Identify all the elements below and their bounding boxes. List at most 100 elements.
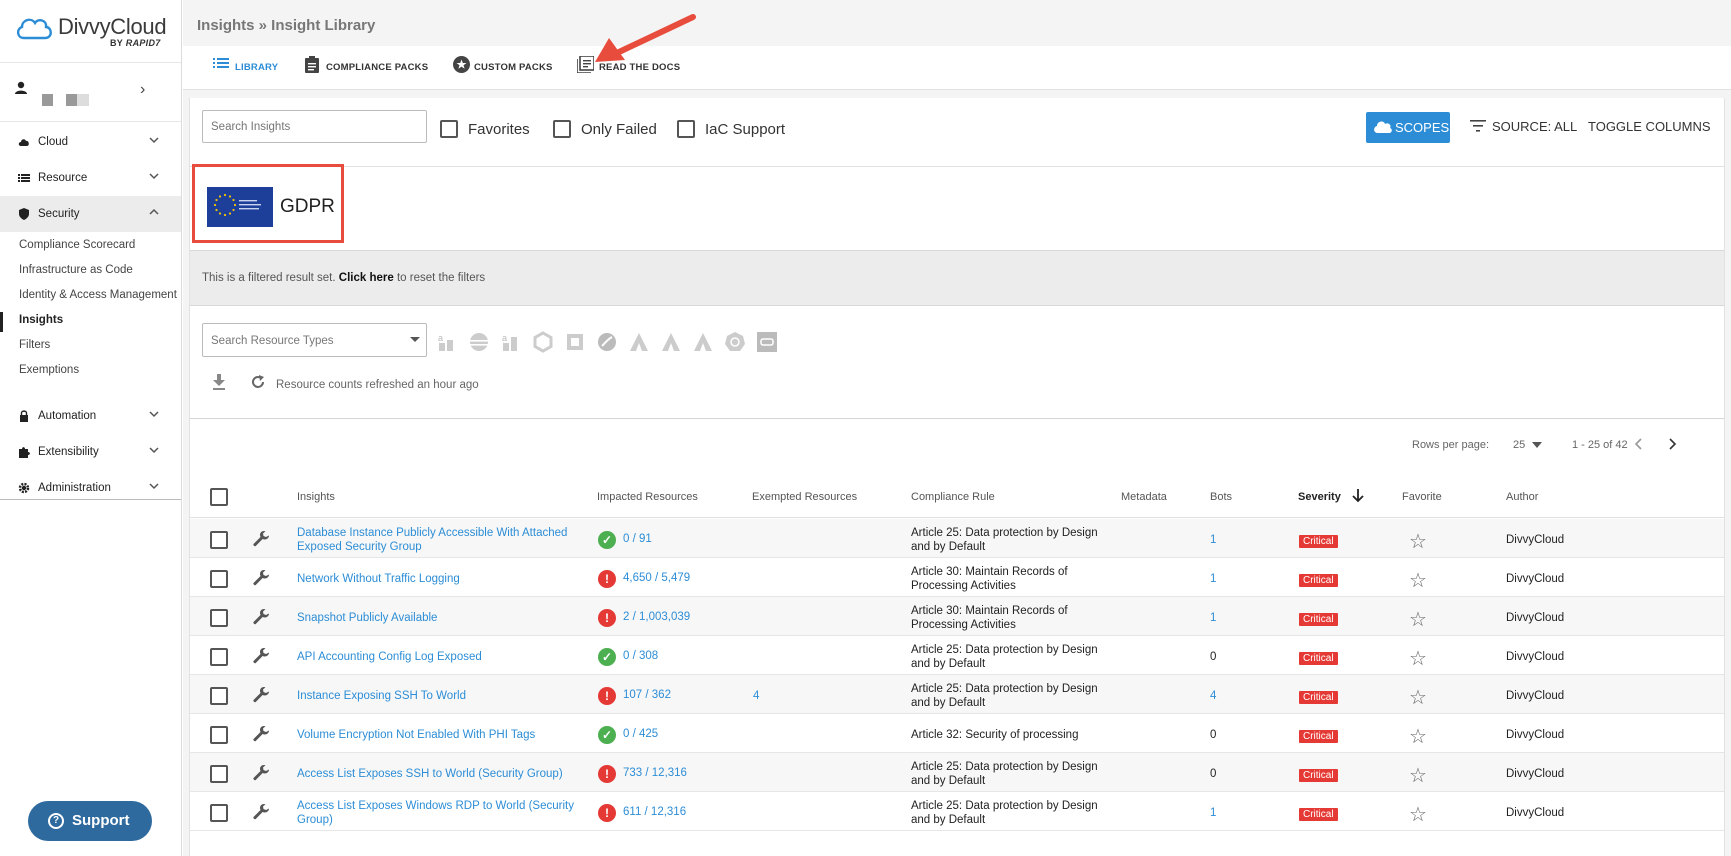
sidebar-item-resource[interactable]: Resource xyxy=(0,160,181,196)
wrench-icon[interactable] xyxy=(252,569,270,587)
azure-gov-icon[interactable] xyxy=(660,331,682,353)
wrench-icon[interactable] xyxy=(252,686,270,704)
support-button[interactable]: ? Support xyxy=(28,801,152,841)
table-row[interactable]: Snapshot Publicly Available! 2 / 1,003,03… xyxy=(190,597,1724,636)
scopes-button[interactable]: SCOPES xyxy=(1366,112,1450,143)
wrench-icon[interactable] xyxy=(252,530,270,548)
brand-logo[interactable]: DivvyCloud BY RAPID7 xyxy=(14,10,174,54)
header-compliance-rule[interactable]: Compliance Rule xyxy=(911,491,995,503)
header-insights[interactable]: Insights xyxy=(297,491,335,503)
row-checkbox[interactable] xyxy=(210,609,228,627)
search-insights-input[interactable] xyxy=(202,110,427,143)
aws-govcloud-icon[interactable]: a xyxy=(500,331,522,353)
source-filter-button[interactable]: SOURCE: ALL xyxy=(1470,119,1577,135)
wrench-icon[interactable] xyxy=(252,725,270,743)
impacted-resources-link[interactable]: 0 / 91 xyxy=(623,533,652,545)
only-failed-checkbox[interactable] xyxy=(553,120,571,138)
star-outline-icon[interactable]: ☆ xyxy=(1409,685,1427,710)
chevron-left-icon[interactable] xyxy=(1633,437,1645,451)
gcp-icon[interactable] xyxy=(532,331,554,353)
table-row[interactable]: Volume Encryption Not Enabled With PHI T… xyxy=(190,714,1724,753)
openstack-icon[interactable] xyxy=(596,331,618,353)
row-checkbox[interactable] xyxy=(210,531,228,549)
kubernetes-icon[interactable] xyxy=(724,331,746,353)
vmware-icon[interactable] xyxy=(756,331,778,353)
row-checkbox[interactable] xyxy=(210,570,228,588)
alibaba-icon[interactable] xyxy=(468,331,490,353)
resource-types-select[interactable]: Search Resource Types xyxy=(202,323,427,357)
table-row[interactable]: API Accounting Config Log Exposed ✓ 0 / 30… xyxy=(190,636,1724,675)
table-row[interactable]: Network Without Traffic Logging! 4,650 / … xyxy=(190,558,1724,597)
impacted-resources-link[interactable]: 0 / 425 xyxy=(623,728,658,740)
insight-name-link[interactable]: Volume Encryption Not Enabled With PHI T… xyxy=(297,729,577,743)
bots-count[interactable]: 1 xyxy=(1210,807,1216,819)
impacted-resources-link[interactable]: 2 / 1,003,039 xyxy=(623,611,690,623)
insight-name-link[interactable]: Instance Exposing SSH To World xyxy=(297,690,577,704)
toggle-columns-button[interactable]: TOGGLE COLUMNS xyxy=(1588,119,1711,134)
sidebar-item-extensibility[interactable]: Extensibility xyxy=(0,434,181,470)
exempted-resources-link[interactable]: 4 xyxy=(753,690,759,702)
chevron-right-icon[interactable] xyxy=(1666,437,1678,451)
sidebar-item-administration[interactable]: Administration xyxy=(0,470,181,506)
sidebar-item-cloud[interactable]: Cloud xyxy=(0,124,181,160)
favorites-checkbox[interactable] xyxy=(440,120,458,138)
header-favorite[interactable]: Favorite xyxy=(1402,491,1442,503)
impacted-resources-link[interactable]: 611 / 12,316 xyxy=(623,806,686,818)
insight-name-link[interactable]: Access List Exposes Windows RDP to World… xyxy=(297,800,577,827)
sidebar-sub-infrastructure-as-code[interactable]: Infrastructure as Code xyxy=(19,264,133,276)
star-outline-icon[interactable]: ☆ xyxy=(1409,802,1427,827)
header-severity[interactable]: Severity xyxy=(1298,491,1341,503)
table-row[interactable]: Database Instance Publicly Accessible Wi… xyxy=(190,519,1724,558)
star-outline-icon[interactable]: ☆ xyxy=(1409,724,1427,749)
header-bots[interactable]: Bots xyxy=(1210,491,1232,503)
insight-name-link[interactable]: Snapshot Publicly Available xyxy=(297,612,577,626)
sidebar-item-automation[interactable]: Automation xyxy=(0,398,181,434)
table-row[interactable]: Access List Exposes Windows RDP to World… xyxy=(190,792,1724,831)
table-row[interactable]: Instance Exposing SSH To World! 107 / 362… xyxy=(190,675,1724,714)
row-checkbox[interactable] xyxy=(210,765,228,783)
wrench-icon[interactable] xyxy=(252,803,270,821)
star-outline-icon[interactable]: ☆ xyxy=(1409,763,1427,788)
impacted-resources-link[interactable]: 107 / 362 xyxy=(623,689,671,701)
select-all-checkbox[interactable] xyxy=(210,488,228,506)
row-checkbox[interactable] xyxy=(210,726,228,744)
row-checkbox[interactable] xyxy=(210,687,228,705)
star-outline-icon[interactable]: ☆ xyxy=(1409,646,1427,671)
bots-count[interactable]: 4 xyxy=(1210,690,1216,702)
refresh-icon[interactable] xyxy=(250,374,266,390)
sidebar-sub-exemptions[interactable]: Exemptions xyxy=(19,364,79,376)
wrench-icon[interactable] xyxy=(252,608,270,626)
azure-icon[interactable] xyxy=(628,331,650,353)
iac-support-checkbox[interactable] xyxy=(677,120,695,138)
impacted-resources-link[interactable]: 4,650 / 5,479 xyxy=(623,572,690,584)
insight-name-link[interactable]: Access List Exposes SSH to World (Securi… xyxy=(297,768,577,782)
reset-filters-link[interactable]: Click here xyxy=(339,272,394,284)
impacted-resources-link[interactable]: 733 / 12,316 xyxy=(623,767,687,779)
insight-name-link[interactable]: API Accounting Config Log Exposed xyxy=(297,651,577,665)
star-outline-icon[interactable]: ☆ xyxy=(1409,568,1427,593)
row-checkbox[interactable] xyxy=(210,804,228,822)
sidebar-sub-compliance-scorecard[interactable]: Compliance Scorecard xyxy=(19,239,135,251)
insight-name-link[interactable]: Network Without Traffic Logging xyxy=(297,573,577,587)
header-author[interactable]: Author xyxy=(1506,491,1538,503)
arrow-down-icon[interactable] xyxy=(1352,489,1364,503)
header-impacted-resources[interactable]: Impacted Resources xyxy=(597,491,698,503)
chevron-right-icon[interactable]: › xyxy=(140,81,145,99)
aws-icon[interactable]: a xyxy=(436,331,458,353)
rows-per-page-select[interactable]: 25 xyxy=(1513,439,1543,451)
row-checkbox[interactable] xyxy=(210,648,228,666)
header-exempted-resources[interactable]: Exempted Resources xyxy=(752,491,857,503)
bots-count[interactable]: 1 xyxy=(1210,612,1216,624)
sidebar-sub-insights[interactable]: Insights xyxy=(19,314,63,326)
bots-count[interactable]: 1 xyxy=(1210,573,1216,585)
star-outline-icon[interactable]: ☆ xyxy=(1409,529,1427,554)
impacted-resources-link[interactable]: 0 / 308 xyxy=(623,650,658,662)
download-icon[interactable] xyxy=(212,374,226,390)
wrench-icon[interactable] xyxy=(252,647,270,665)
oracle-icon[interactable] xyxy=(564,331,586,353)
wrench-icon[interactable] xyxy=(252,764,270,782)
sidebar-item-security[interactable]: Security xyxy=(0,196,181,232)
bots-count[interactable]: 1 xyxy=(1210,534,1216,546)
table-row[interactable]: Access List Exposes SSH to World (Securi… xyxy=(190,753,1724,792)
user-profile[interactable]: › xyxy=(0,62,181,122)
